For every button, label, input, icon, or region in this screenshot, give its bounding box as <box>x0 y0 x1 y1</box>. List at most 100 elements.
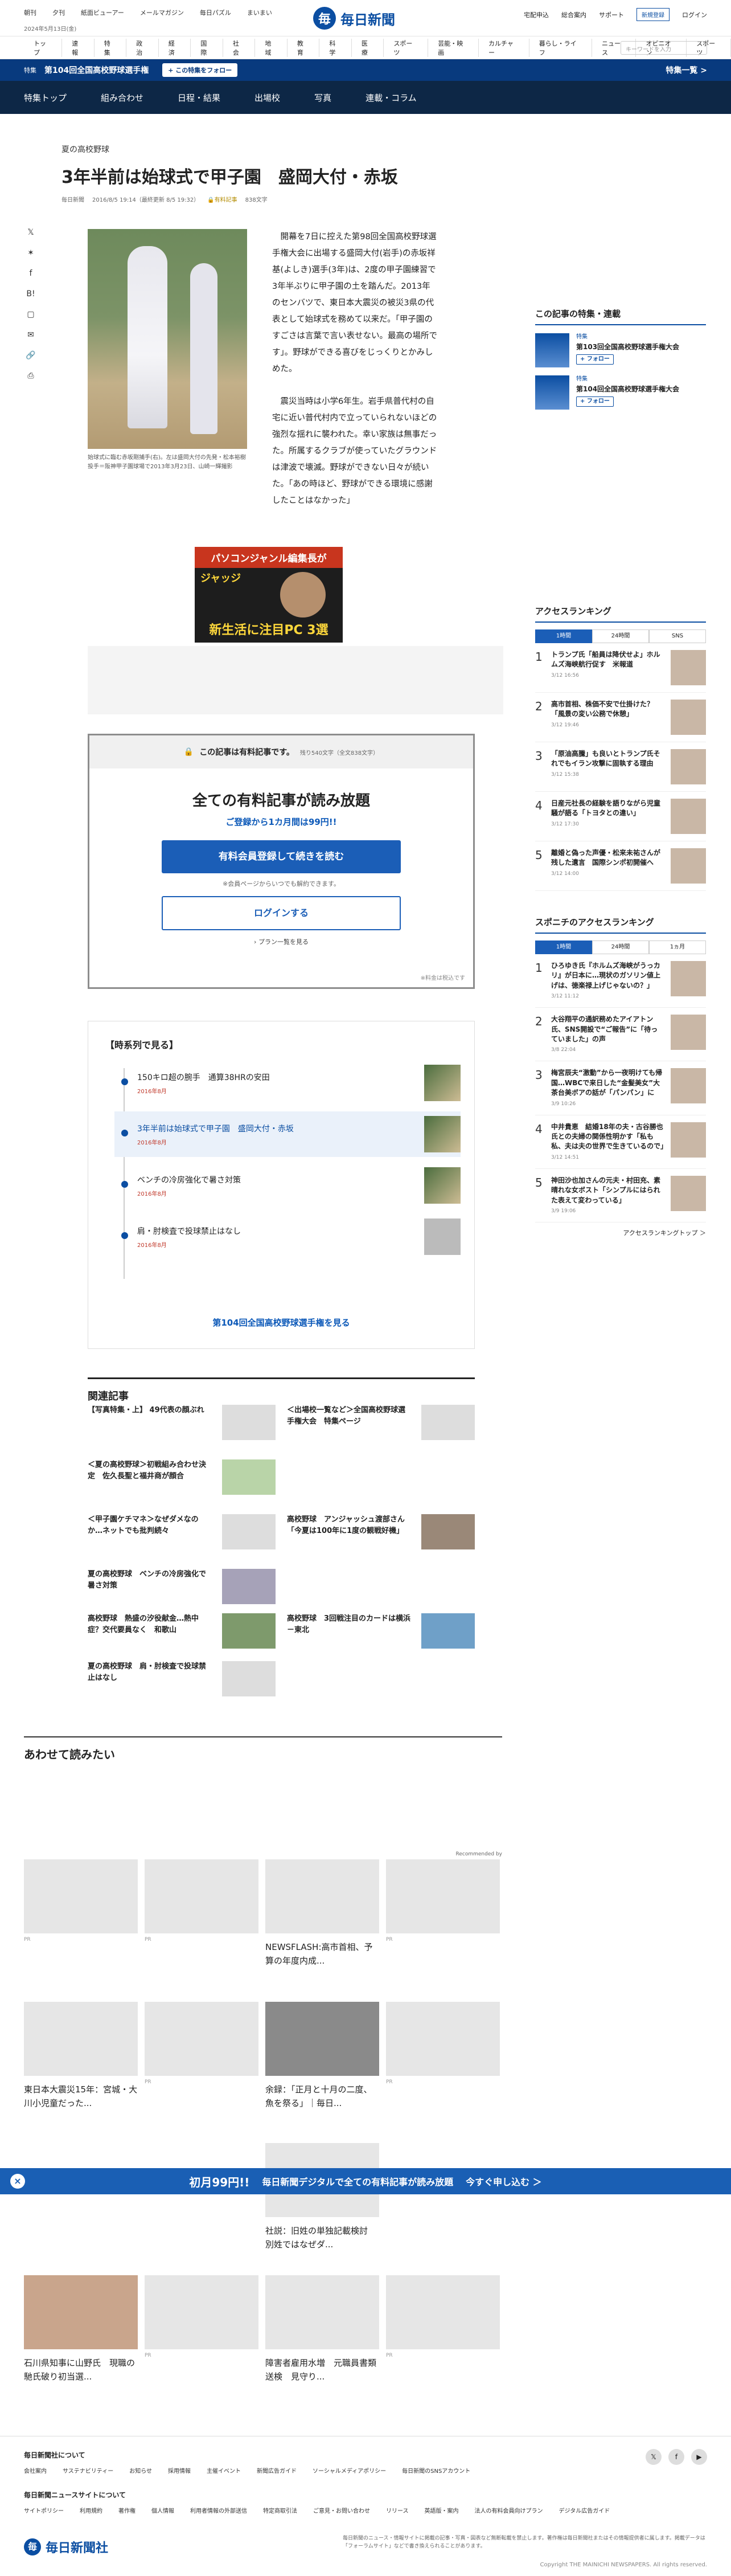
footer-logo[interactable]: 毎 毎日新聞社 <box>24 2538 108 2556</box>
nav-item[interactable]: 速報 <box>62 38 95 57</box>
related-item[interactable]: 高校野球 熱盛の汐役献金…熱中症？交代要員なく 和歌山 <box>88 1613 276 1651</box>
facebook-share-icon[interactable]: f <box>30 269 32 278</box>
nav-item[interactable]: 特集 <box>95 38 127 57</box>
nav-item[interactable]: 科学 <box>319 38 352 57</box>
nav-item[interactable]: 経済 <box>159 38 191 57</box>
footer-link[interactable]: 利用規約 <box>80 2506 102 2514</box>
ranking-top-link[interactable]: アクセスランキングトップ ＞ <box>535 1228 706 1237</box>
footer-link[interactable]: 特定商取引法 <box>263 2506 297 2514</box>
advertisement[interactable]: パソコンジャンル編集長が ジャッジ 新生活に注目PC 3選 <box>195 547 343 643</box>
ranking-item[interactable]: 2 高市首相、株価不安で仕掛けた？「風景の変い公務で休憩」 3/12 19:46 <box>535 693 706 742</box>
tab-24hour[interactable]: 24時間 <box>592 629 649 643</box>
ranking-item[interactable]: 1 トランプ氏「船員は降伏せよ」ホルムズ海峡航行促す 米報道 3/12 16:56 <box>535 643 706 693</box>
related-item[interactable]: 【写真特集・上】 49代表の顔ぶれ <box>88 1405 276 1442</box>
facebook-icon[interactable]: f <box>668 2449 684 2465</box>
subnav-item[interactable]: 連載・コラム <box>366 92 417 104</box>
sponichi-item[interactable]: 2 大谷翔平の通訳務めたアイアトン氏、SNS開設で“ご報告”に「待っていました」の… <box>535 1008 706 1062</box>
timeline-item-current[interactable]: 3年半前は始球式で甲子園 盛岡大付・赤坂 2016年8月 <box>114 1111 461 1157</box>
subnav-item[interactable]: 写真 <box>314 92 331 104</box>
plans-link[interactable]: › プラン一覧を見る <box>89 937 473 946</box>
x-icon[interactable]: 𝕏 <box>646 2449 662 2465</box>
login-button[interactable]: ログインする <box>162 896 401 930</box>
footer-link[interactable]: お知らせ <box>129 2466 152 2475</box>
footer-link[interactable]: サステナビリティー <box>63 2466 113 2475</box>
rec-item[interactable]: PR <box>24 1859 138 1943</box>
footer-link[interactable]: サイトポリシー <box>24 2506 64 2514</box>
support-link[interactable]: サポート <box>599 10 624 19</box>
related-item[interactable]: ＜夏の高校野球＞初戦組み合わせ決定 佐久長聖と福井商が顔合 <box>88 1459 276 1497</box>
utility-link-evening[interactable]: 夕刊 <box>52 8 65 17</box>
ranking-item[interactable]: 5 離婚と偽った声優・松来未祐さんが残した遺言 国際シンポ初開催へ 3/12 14:… <box>535 841 706 891</box>
ranking-item[interactable]: 4 日産元社長の経験を語りながら児童騒が語る「トヨタとの違い」 3/12 17:30 <box>535 792 706 841</box>
nav-item[interactable]: 教育 <box>288 38 320 57</box>
timeline-item[interactable]: ベンチの冷房強化で暑さ対策 2016年8月 <box>114 1163 461 1208</box>
utility-link-puzzle[interactable]: 毎日パズル <box>200 8 231 17</box>
series-item[interactable]: 特集 第104回全国高校野球選手権大会 + フォロー <box>535 375 706 410</box>
follow-feature-button[interactable]: + この特集をフォロー <box>162 63 238 77</box>
nav-item[interactable]: トップ <box>24 38 63 57</box>
feature-title[interactable]: 第104回全国高校野球選手権 <box>44 64 149 76</box>
ranking-item[interactable]: 3 「原油高騰」も良いとトランプ氏それでもイラン攻撃に固執する理由 3/12 15:… <box>535 742 706 792</box>
utility-link-viewer[interactable]: 紙面ビューアー <box>81 8 124 17</box>
related-item[interactable]: ＜甲子園ケチマネ＞なぜダメなのか…ネットでも批判続々 <box>88 1514 276 1552</box>
line-share-icon[interactable]: ▢ <box>27 310 34 319</box>
timeline-item[interactable]: 肩・肘検査で投球禁止はなし 2016年8月 <box>114 1214 461 1260</box>
rec-item[interactable]: PR <box>386 2275 500 2358</box>
nav-item[interactable]: スポーツ <box>384 38 429 57</box>
footer-link[interactable]: 利用者情報の外部送信 <box>190 2506 247 2514</box>
timeline-item[interactable]: 150キロ超の腕手 通算38HRの安田 2016年8月 <box>114 1060 461 1106</box>
footer-link[interactable]: ソーシャルメディアポリシー <box>313 2466 386 2475</box>
footer-link[interactable]: 毎日新聞のSNSアカウント <box>402 2466 470 2475</box>
youtube-icon[interactable]: ▶ <box>691 2449 707 2465</box>
footer-link[interactable]: 新聞広告ガイド <box>257 2466 297 2475</box>
follow-button[interactable]: + フォロー <box>576 354 614 365</box>
rec-item[interactable]: PR <box>145 2002 258 2085</box>
subscribe-link[interactable]: 宅配申込 <box>524 10 549 19</box>
print-icon[interactable]: ⎙ <box>27 371 34 381</box>
related-item[interactable]: ＜出場校一覧など＞全国高校野球選手権大会 特集ページ <box>287 1405 475 1442</box>
link-copy-icon[interactable]: 🔗 <box>26 351 35 360</box>
rec-item[interactable]: 障害者雇用水増 元職員書類送検 見守り... <box>265 2275 379 2383</box>
nav-item[interactable]: 医療 <box>352 38 384 57</box>
footer-link[interactable]: 英語版・案内 <box>425 2506 459 2514</box>
subnav-item[interactable]: 出場校 <box>254 92 280 104</box>
login-link[interactable]: ログイン <box>682 10 707 19</box>
related-item[interactable]: 夏の高校野球 肩・肘検査で投球禁止はなし <box>88 1661 276 1699</box>
tab-1hour[interactable]: 1時間 <box>535 629 592 643</box>
article-photo[interactable] <box>88 229 247 449</box>
site-logo[interactable]: 毎 毎日新聞 <box>313 7 395 30</box>
bluesky-share-icon[interactable]: ✶ <box>27 248 34 257</box>
footer-link[interactable]: 採用情報 <box>168 2466 191 2475</box>
nav-item[interactable]: 暮らし・ライフ <box>529 38 592 57</box>
subnav-item[interactable]: 組み合わせ <box>101 92 143 104</box>
subnav-item[interactable]: 日程・結果 <box>178 92 220 104</box>
banner-cta[interactable]: 今すぐ申し込む ＞ <box>466 2174 542 2188</box>
tab-sns[interactable]: SNS <box>649 629 706 643</box>
feature-list-link[interactable]: 特集一覧 > <box>666 64 707 76</box>
rec-item[interactable]: PR <box>386 2002 500 2085</box>
footer-link[interactable]: 法人の有料会員向けプラン <box>475 2506 543 2514</box>
rec-item[interactable]: 余録：「正月と十月の二度、魚を祭る」｜毎日... <box>265 2002 379 2110</box>
mail-share-icon[interactable]: ✉ <box>27 330 34 340</box>
footer-link[interactable]: 主催イベント <box>207 2466 241 2475</box>
rec-item[interactable]: 石川県知事に山野氏 現職の馳氏破り初当選... <box>24 2275 138 2383</box>
footer-link[interactable]: リリース <box>386 2506 409 2514</box>
sponichi-item[interactable]: 4 中井貴恵 結婚18年の夫・古谷勝也氏との夫婦の関係性明かす「私も私、夫は夫の世… <box>535 1115 706 1169</box>
guide-link[interactable]: 総合案内 <box>561 10 586 19</box>
rec-item[interactable]: NEWSFLASH:高市首相、予算の年度内成... <box>265 1859 379 1968</box>
footer-link[interactable]: デジタル広告ガイド <box>559 2506 610 2514</box>
nav-item[interactable]: カルチャー <box>479 38 529 57</box>
series-item[interactable]: 特集 第103回全国高校野球選手権大会 + フォロー <box>535 333 706 367</box>
related-item[interactable]: 夏の高校野球 ベンチの冷房強化で暑さ対策 <box>88 1569 276 1606</box>
sponichi-item[interactable]: 5 神田沙也加さんの元夫・村田充、素晴れな女ボスト「シンプルにはられた表えて変わっ… <box>535 1169 706 1223</box>
footer-link[interactable]: 著作権 <box>118 2506 135 2514</box>
close-icon[interactable]: × <box>10 2174 25 2189</box>
follow-button[interactable]: + フォロー <box>576 396 614 407</box>
nav-item[interactable]: 芸能・映画 <box>428 38 479 57</box>
nav-item[interactable]: 地域 <box>255 38 288 57</box>
rec-item[interactable]: PR <box>145 2275 258 2358</box>
rec-item[interactable]: 東日本大震災15年：宮城・大川小児童だった... <box>24 2002 138 2110</box>
tab-1month[interactable]: 1ヵ月 <box>649 941 706 954</box>
sponichi-item[interactable]: 1 ひろゆき氏『ホルムズ海峡がうっカリ』が日本に…現状のガソリン値上げは、徳楽禄上… <box>535 954 706 1008</box>
nav-item[interactable]: 政治 <box>126 38 159 57</box>
